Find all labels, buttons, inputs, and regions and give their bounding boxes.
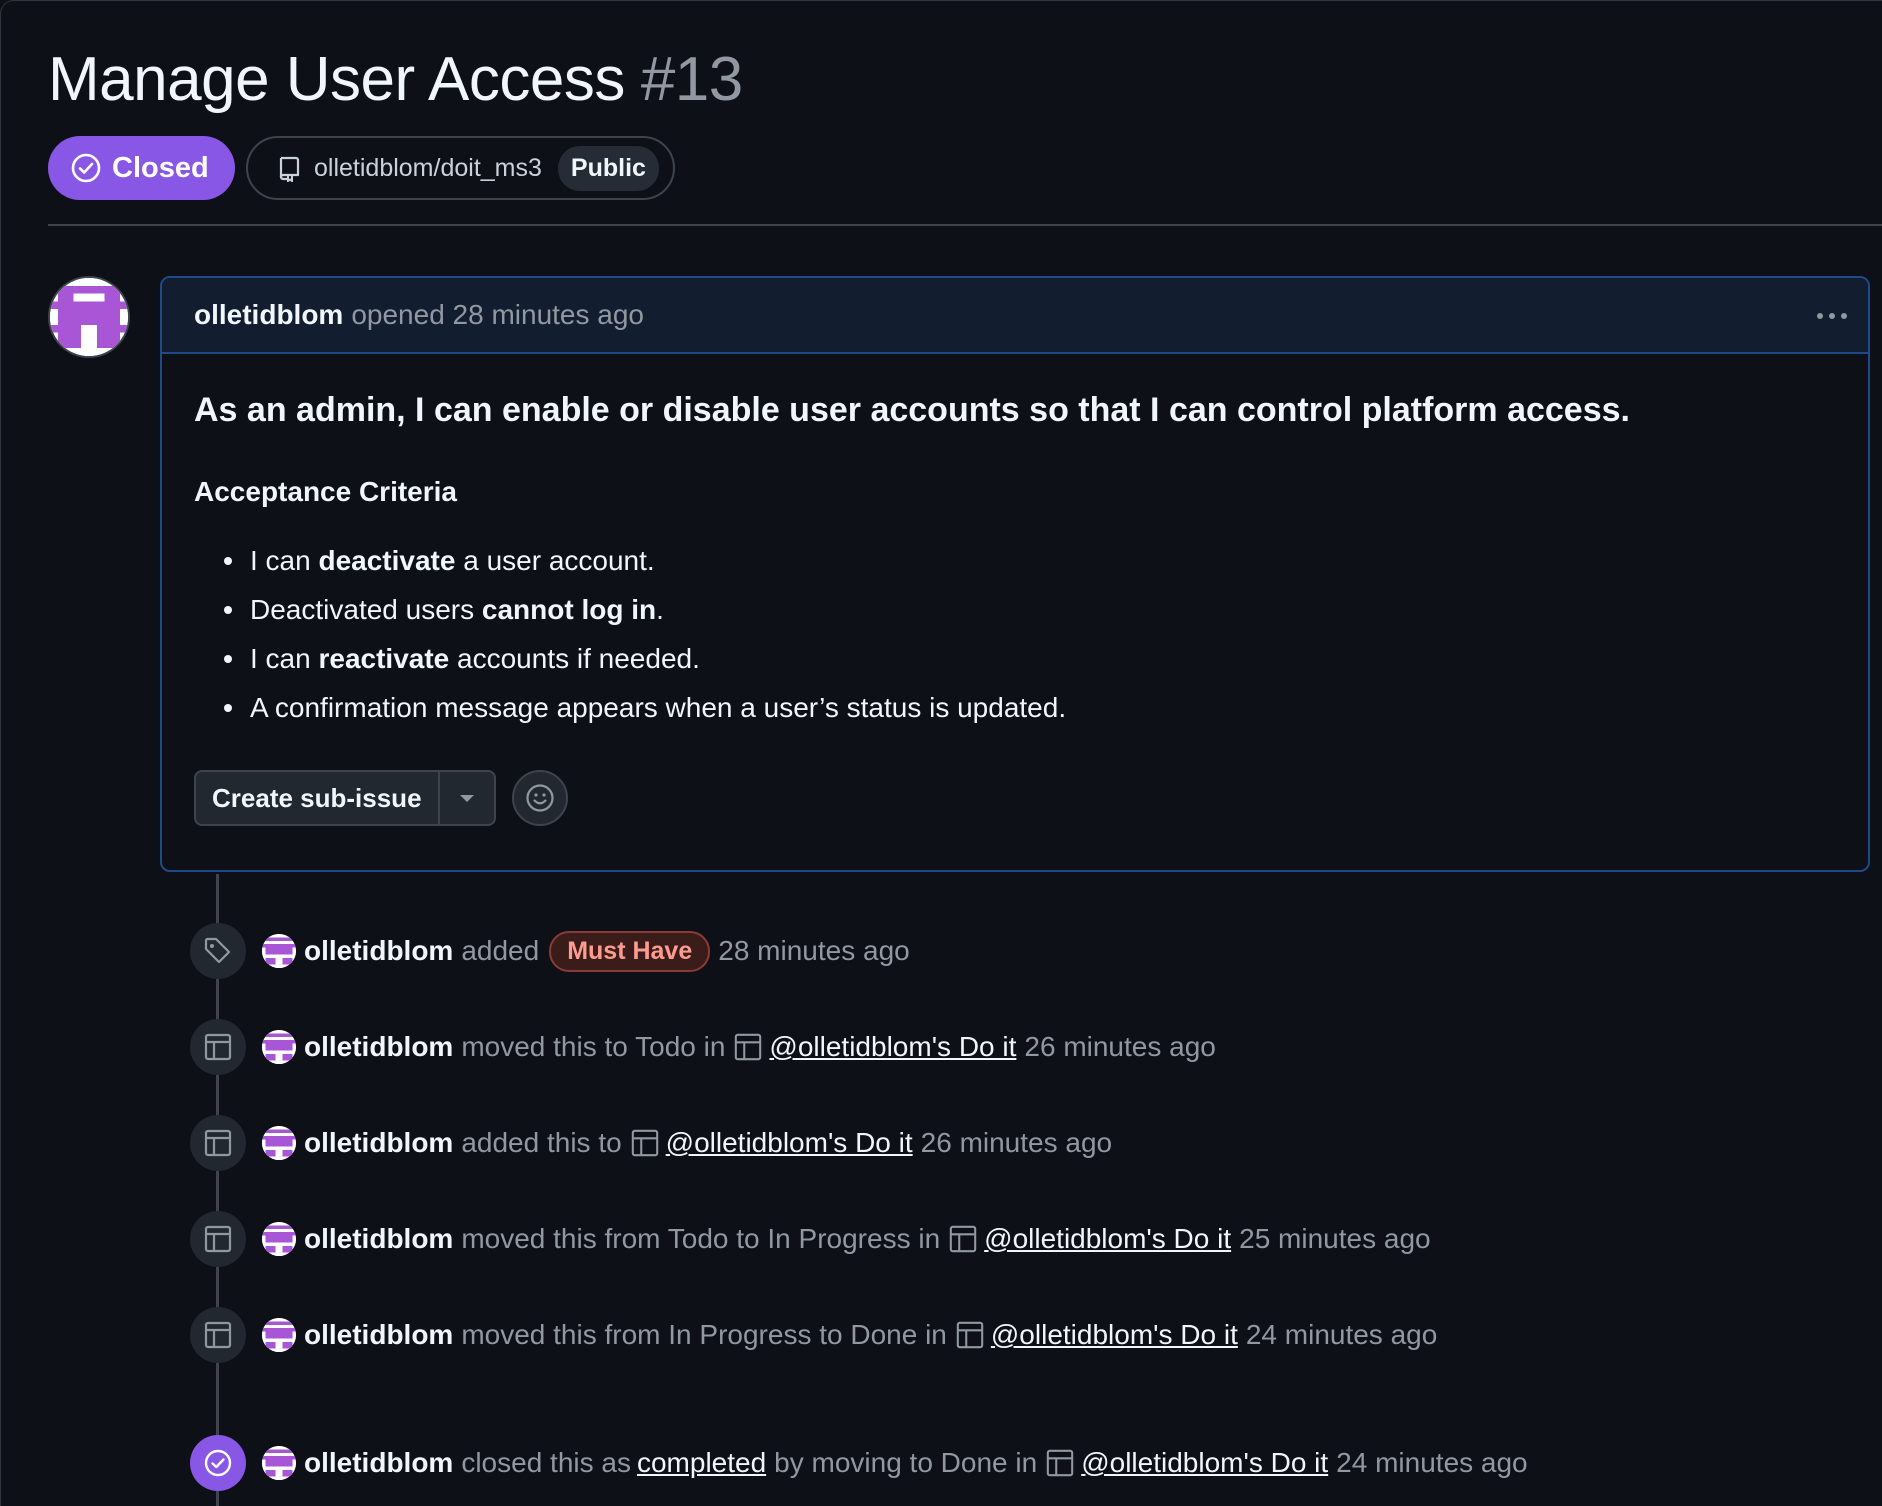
table-icon	[190, 1019, 246, 1075]
state-badge-closed: Closed	[48, 136, 235, 200]
event-actor[interactable]: olletidblom	[304, 1127, 453, 1159]
issue-title-text: Manage User Access	[48, 45, 625, 114]
event-text: moved this to Todo in	[461, 1031, 726, 1062]
timeline-event: olletidblom moved this from In Progress …	[190, 1307, 1437, 1363]
comment-meta: opened 28 minutes ago	[351, 299, 645, 330]
acceptance-criteria-heading: Acceptance Criteria	[194, 476, 458, 508]
event-text: added this to	[461, 1127, 622, 1158]
avatar[interactable]	[262, 1318, 296, 1352]
check-circle-icon	[190, 1435, 246, 1491]
kebab-menu-icon[interactable]	[1810, 296, 1854, 336]
timeline-event: olletidblom moved this from Todo to In P…	[190, 1211, 1431, 1267]
project-link[interactable]: @olletidblom's Do it	[769, 1031, 1016, 1063]
list-item: A confirmation message appears when a us…	[194, 683, 1836, 732]
tag-icon	[190, 923, 246, 979]
avatar[interactable]	[262, 1126, 296, 1160]
issue-comment: olletidblom opened 28 minutes ago As an …	[160, 276, 1870, 872]
event-text: closed this as	[461, 1447, 631, 1478]
label-must-have[interactable]: Must Have	[549, 930, 711, 972]
issue-number: #13	[640, 45, 743, 114]
list-item: I can deactivate a user account.	[194, 536, 1836, 585]
event-time[interactable]: 24 minutes ago	[1246, 1319, 1437, 1351]
event-actor[interactable]: olletidblom	[304, 1319, 453, 1351]
list-item: Deactivated users cannot log in.	[194, 585, 1836, 634]
smiley-icon[interactable]	[511, 770, 568, 827]
table-icon	[190, 1307, 246, 1363]
event-actor[interactable]: olletidblom	[304, 1447, 453, 1479]
acceptance-criteria-list: I can deactivate a user account. Deactiv…	[194, 536, 1836, 732]
check-circle-icon	[71, 153, 101, 183]
issue-title: Manage User Access #13	[48, 44, 743, 115]
avatar[interactable]	[262, 1222, 296, 1256]
project-table-icon	[735, 1033, 762, 1061]
timeline-event-closed: olletidblom closed this as completed by …	[190, 1435, 1528, 1491]
comment-actions: Create sub-issue	[194, 770, 1836, 827]
timeline-event: olletidblom moved this to Todo in @ollet…	[190, 1019, 1216, 1075]
event-text-2: by moving to Done in	[774, 1447, 1038, 1478]
repo-pill[interactable]: olletidblom/doit_ms3 Public	[246, 136, 675, 200]
event-actor[interactable]: olletidblom	[304, 1223, 453, 1255]
avatar[interactable]	[262, 1446, 296, 1480]
project-link[interactable]: @olletidblom's Do it	[991, 1319, 1238, 1351]
event-text: moved this from In Progress to Done in	[461, 1319, 947, 1350]
author-avatar[interactable]	[48, 276, 130, 358]
visibility-badge: Public	[557, 145, 659, 191]
project-link[interactable]: @olletidblom's Do it	[666, 1127, 913, 1159]
comment-header: olletidblom opened 28 minutes ago	[162, 278, 1868, 354]
project-link[interactable]: @olletidblom's Do it	[984, 1223, 1231, 1255]
list-item: I can reactivate accounts if needed.	[194, 634, 1836, 683]
event-time[interactable]: 28 minutes ago	[718, 935, 909, 967]
project-table-icon	[1046, 1449, 1074, 1477]
triangle-down-icon[interactable]	[440, 772, 494, 824]
event-time[interactable]: 24 minutes ago	[1336, 1447, 1527, 1479]
comment-author[interactable]: olletidblom	[194, 299, 343, 331]
table-icon	[190, 1211, 246, 1267]
header-divider	[48, 224, 1882, 226]
completed-link[interactable]: completed	[637, 1447, 766, 1479]
event-actor[interactable]: olletidblom	[304, 1031, 453, 1063]
event-time[interactable]: 26 minutes ago	[921, 1127, 1112, 1159]
timeline-event: olletidblom added this to @olletidblom's…	[190, 1115, 1112, 1171]
project-link[interactable]: @olletidblom's Do it	[1081, 1447, 1328, 1479]
event-actor[interactable]: olletidblom	[304, 935, 453, 967]
event-time[interactable]: 26 minutes ago	[1024, 1031, 1215, 1063]
event-text: added	[461, 935, 540, 966]
timeline-event: olletidblom added Must Have 28 minutes a…	[190, 923, 910, 979]
user-story-heading: As an admin, I can enable or disable use…	[194, 391, 1630, 429]
comment-body: As an admin, I can enable or disable use…	[162, 354, 1868, 827]
event-text: moved this from Todo to In Progress in	[461, 1223, 941, 1254]
project-table-icon	[956, 1321, 984, 1349]
repo-name[interactable]: olletidblom/doit_ms3	[314, 154, 542, 183]
avatar[interactable]	[262, 934, 296, 968]
event-time[interactable]: 25 minutes ago	[1239, 1223, 1430, 1255]
project-table-icon	[631, 1129, 658, 1157]
table-icon	[190, 1115, 246, 1171]
state-label: Closed	[112, 151, 209, 184]
create-sub-issue-button[interactable]: Create sub-issue	[196, 772, 440, 825]
project-table-icon	[949, 1225, 977, 1253]
repo-icon	[279, 156, 300, 182]
create-sub-issue-split-button: Create sub-issue	[194, 770, 496, 827]
avatar[interactable]	[262, 1030, 296, 1064]
